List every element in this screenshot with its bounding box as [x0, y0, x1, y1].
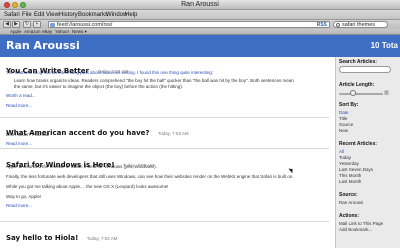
search-icon — [336, 23, 340, 27]
actions-label: Actions: — [339, 213, 359, 219]
article-link[interactable]: Worth a read... — [6, 93, 332, 99]
article-length-slider-handle[interactable] — [350, 90, 356, 96]
feed-sidebar: Search Articles: Article Length: ▥ Sort … — [335, 57, 400, 248]
feed-header: Ran Aroussi 10 Tota — [0, 35, 400, 57]
menu-bookmarks[interactable]: Bookmarks — [78, 10, 108, 20]
browser-toolbar: ◀ ▶ ↻ + feed://aroussi.com/rss/ RSS safa… — [0, 20, 400, 29]
menu-help[interactable]: Help — [125, 10, 137, 20]
recent-articles-label: Recent Articles: — [339, 141, 377, 147]
article-title[interactable]: Safari for Windows is Here! — [6, 161, 115, 169]
menu-history[interactable]: History — [59, 10, 78, 20]
article-text: Finally, the less fortunate web develope… — [6, 174, 294, 179]
article-divider — [0, 148, 329, 149]
article-date: Today, 7:03 AM — [97, 69, 129, 74]
article-title[interactable]: What American accent do you have? — [6, 129, 149, 137]
reload-button[interactable]: ↻ — [23, 21, 31, 28]
article-date: Today, 7:03 AM — [86, 236, 118, 241]
article-quote: the same, but it's easier to imagine the… — [14, 84, 183, 89]
google-search-field[interactable]: safari themes — [333, 21, 388, 28]
read-more-link[interactable]: Read more... — [6, 141, 332, 147]
article-total: 10 Tota — [370, 41, 398, 50]
search-articles-input[interactable] — [339, 66, 391, 73]
article-length-slider[interactable] — [339, 93, 383, 95]
article-list: You Can Write Better Today, 7:03 AM The … — [0, 57, 335, 248]
article-title[interactable]: Say hello to Hiola! — [6, 234, 78, 242]
article-divider — [0, 221, 329, 222]
address-bar[interactable]: feed://aroussi.com/rss/ RSS — [48, 21, 330, 28]
source-ran-aroussi[interactable]: Ran Aroussi — [339, 200, 363, 206]
back-button[interactable]: ◀ — [3, 21, 11, 28]
article-title[interactable]: You Can Write Better — [6, 67, 89, 75]
menu-safari[interactable]: Safari — [4, 10, 20, 20]
address-text: feed://aroussi.com/rss/ — [57, 22, 113, 28]
window-titlebar: Ran Aroussi — [0, 0, 400, 10]
add-bookmark-button[interactable]: + — [33, 21, 41, 28]
article-item: You Can Write Better Today, 7:03 AM The … — [6, 60, 332, 109]
article-text: While you got me talking about Apple....… — [6, 184, 169, 189]
window-title: Ran Aroussi — [181, 1, 219, 8]
sort-by-label: Sort By: — [339, 102, 359, 108]
feed-icon — [50, 23, 55, 27]
slider-max-icon: ▥ — [384, 90, 389, 96]
article-divider — [0, 117, 329, 118]
search-text: safari themes — [342, 22, 376, 28]
article-item: What American accent do you have? Today,… — [6, 122, 332, 147]
search-articles-label: Search Articles: — [339, 59, 377, 65]
menu-view[interactable]: View — [46, 10, 59, 20]
read-more-link[interactable]: Read more... — [6, 103, 332, 109]
forward-button[interactable]: ▶ — [12, 21, 20, 28]
menu-file[interactable]: File — [22, 10, 32, 20]
sort-new[interactable]: New — [339, 128, 348, 134]
menu-edit[interactable]: Edit — [34, 10, 44, 20]
recent-last-month[interactable]: Last Month — [339, 179, 361, 185]
read-more-link[interactable]: Read more... — [6, 203, 332, 209]
article-date: Today, 7:03 AM — [123, 163, 154, 168]
article-length-label: Article Length: — [339, 82, 375, 88]
rss-badge[interactable]: RSS — [317, 22, 327, 28]
article-date: Today, 7:03 AM — [157, 131, 189, 136]
add-bookmark-action[interactable]: Add Bookmark... — [339, 227, 372, 233]
menu-bar: Safari File Edit View History Bookmarks … — [0, 10, 400, 20]
article-item: Safari for Windows is Here! Today, 7:03 … — [6, 154, 332, 209]
feed-title: Ran Aroussi — [6, 39, 80, 52]
article-text: Way to go, Apple! — [6, 194, 42, 199]
article-item: Say hello to Hiola! Today, 7:03 AM — [6, 227, 332, 242]
source-label: Source: — [339, 192, 358, 198]
